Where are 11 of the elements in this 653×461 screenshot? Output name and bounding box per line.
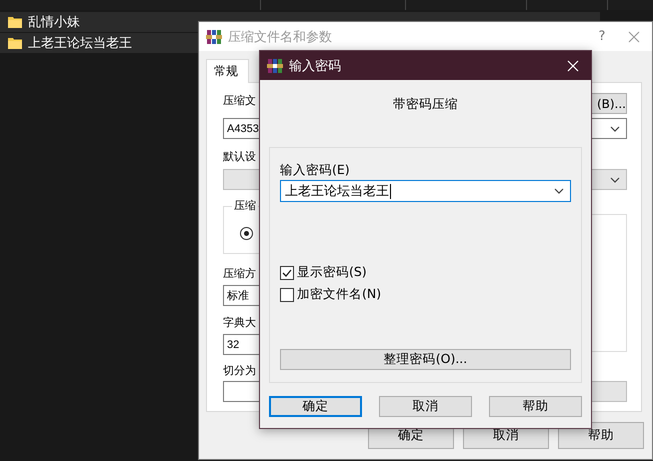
field-label: 压缩方 bbox=[223, 266, 256, 282]
folder-name: 乱情小妹 bbox=[28, 14, 80, 31]
field-label: 输入密码(E) bbox=[280, 162, 350, 178]
field-label: 默认设 bbox=[223, 149, 256, 165]
window-title: 输入密码 bbox=[289, 58, 342, 74]
dialog-heading: 带密码压缩 bbox=[392, 96, 459, 113]
window-title: 压缩文件名和参数 bbox=[228, 28, 333, 46]
field-label: 切分为 bbox=[223, 363, 256, 379]
field-label: 压缩文 bbox=[223, 93, 256, 109]
field-label: 字典大 bbox=[223, 315, 256, 331]
folder-name: 上老王论坛当老王 bbox=[28, 35, 132, 52]
